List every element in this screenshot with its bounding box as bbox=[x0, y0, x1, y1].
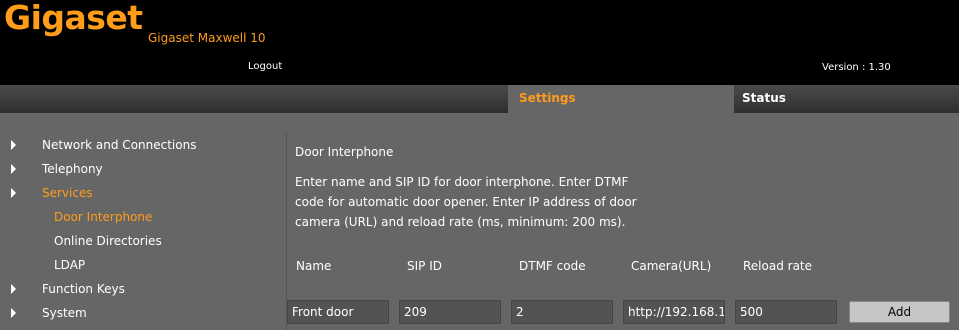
sidebar-subitem-ldap[interactable]: LDAP bbox=[54, 258, 85, 272]
column-header-dtmf-code: DTMF code bbox=[519, 259, 586, 273]
model-name: Gigaset Maxwell 10 bbox=[148, 31, 266, 45]
add-button[interactable]: Add bbox=[849, 301, 950, 323]
page: Gigaset Gigaset Maxwell 10 Logout Versio… bbox=[0, 0, 959, 330]
description-text: Enter name and SIP ID for door interphon… bbox=[295, 175, 637, 229]
column-header-reload-rate: Reload rate bbox=[743, 259, 813, 273]
reload-rate-field[interactable]: 500 bbox=[735, 300, 837, 324]
name-field[interactable]: Front door bbox=[287, 300, 389, 324]
chevron-right-icon bbox=[11, 140, 16, 150]
sidebar-item-label: Function Keys bbox=[42, 282, 125, 296]
camera-url-field[interactable]: http://192.168.17 bbox=[623, 300, 725, 324]
gigaset-logo: Gigaset bbox=[4, 0, 143, 37]
tab-status[interactable]: Status bbox=[734, 85, 959, 113]
chevron-right-icon bbox=[11, 164, 16, 174]
sidebar-item-label: System bbox=[42, 306, 87, 320]
chevron-right-icon bbox=[11, 284, 16, 294]
dtmf-code-field[interactable]: 2 bbox=[511, 300, 613, 324]
sidebar-item-label: Services bbox=[42, 186, 93, 200]
page-title: Door Interphone bbox=[295, 145, 394, 159]
sidebar-item-label: Telephony bbox=[42, 162, 103, 176]
tab-settings[interactable]: Settings bbox=[508, 85, 734, 115]
logout-link[interactable]: Logout bbox=[248, 61, 282, 72]
chevron-right-icon bbox=[11, 188, 16, 198]
sidebar-item-label: Network and Connections bbox=[42, 138, 197, 152]
column-header-camera-url: Camera(URL) bbox=[631, 259, 712, 273]
sip-id-field[interactable]: 209 bbox=[399, 300, 501, 324]
column-header-sip-id: SIP ID bbox=[407, 259, 442, 273]
chevron-right-icon bbox=[11, 308, 16, 318]
sidebar-subitem-online-directories[interactable]: Online Directories bbox=[54, 234, 162, 248]
header: Gigaset Gigaset Maxwell 10 Logout Versio… bbox=[0, 0, 959, 85]
column-header-name: Name bbox=[296, 259, 332, 273]
version-label: Version : 1.30 bbox=[822, 62, 891, 73]
sidebar-subitem-door-interphone[interactable]: Door Interphone bbox=[54, 210, 152, 224]
